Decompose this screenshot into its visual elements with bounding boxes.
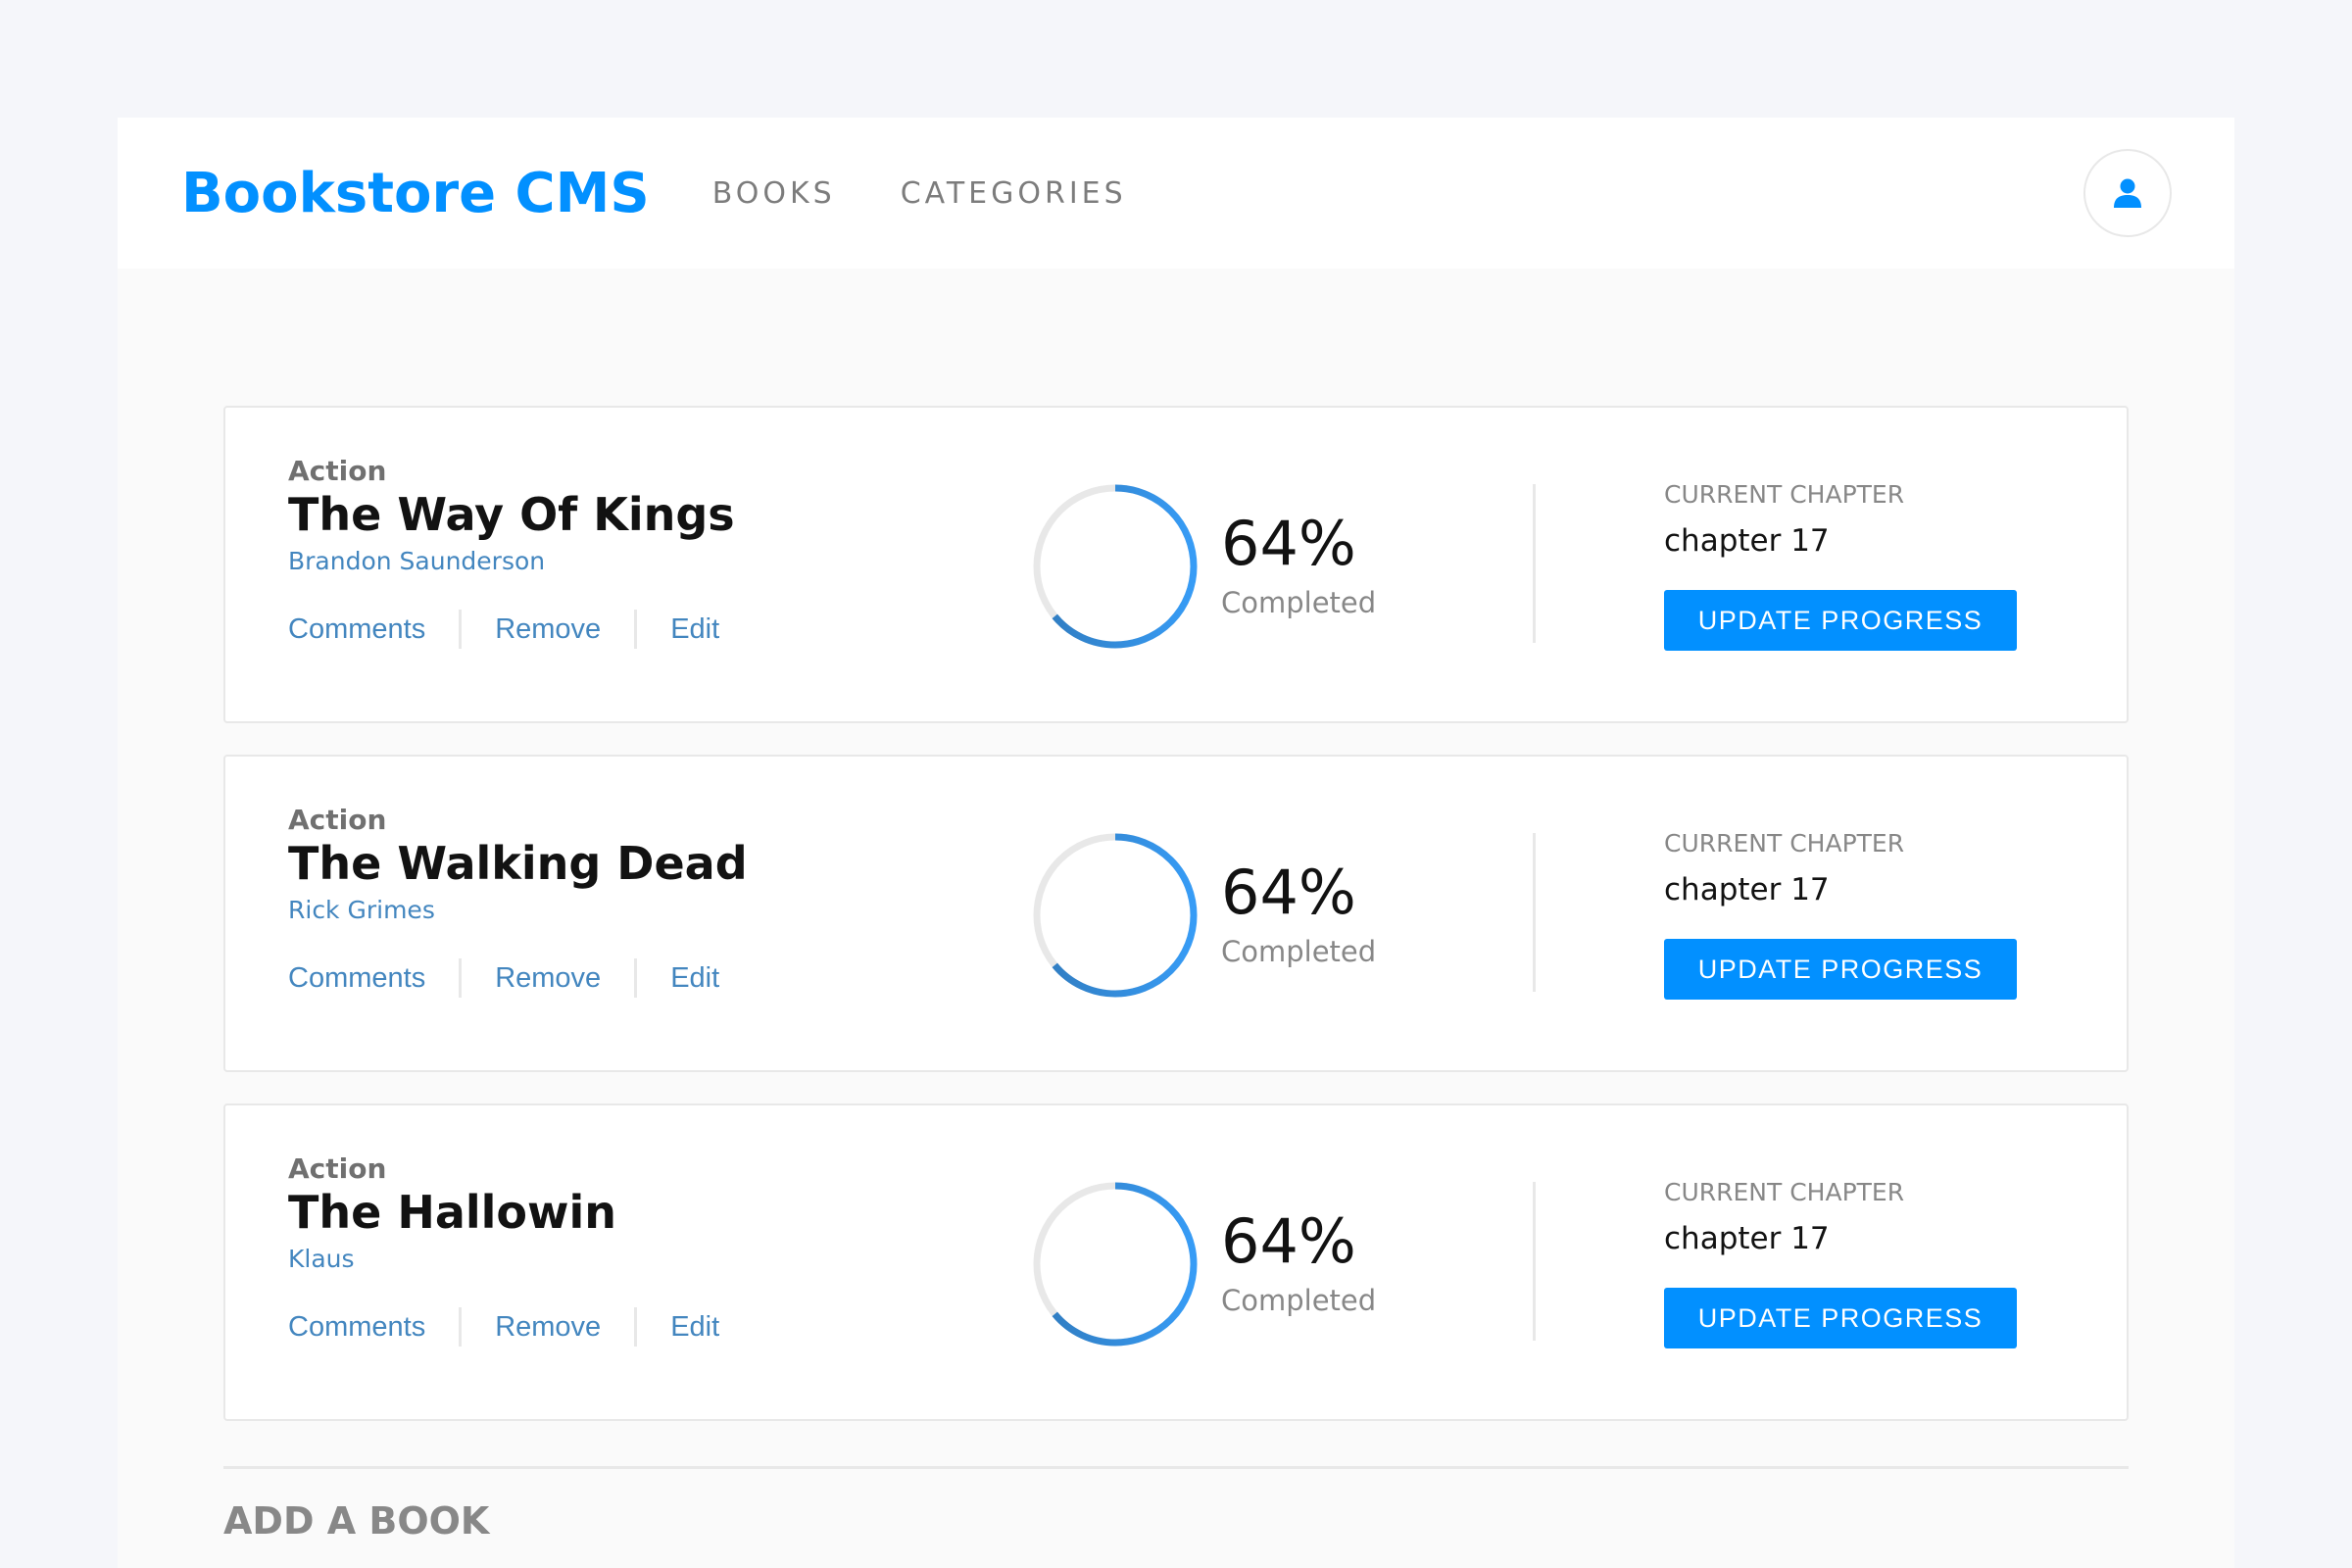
vertical-divider [1533,484,1536,643]
current-chapter-label: CURRENT CHAPTER [1664,829,1905,858]
book-card: Action The Walking Dead Rick Grimes Comm… [223,755,2129,1072]
action-divider [634,1307,638,1347]
update-progress-button[interactable]: UPDATE PROGRESS [1664,939,2017,1000]
remove-button[interactable]: Remove [495,1311,601,1344]
remove-button[interactable]: Remove [495,613,601,646]
book-author[interactable]: Klaus [288,1245,355,1273]
book-author[interactable]: Rick Grimes [288,896,435,924]
user-profile-button[interactable] [2083,149,2172,237]
completed-label: Completed [1221,1284,1377,1317]
action-divider [634,958,638,998]
current-chapter-label: CURRENT CHAPTER [1664,480,1905,509]
vertical-divider [1533,1182,1536,1341]
edit-button[interactable]: Edit [670,962,719,995]
progress-ring [1033,484,1198,649]
completed-label: Completed [1221,586,1377,619]
app-panel: Bookstore CMS BOOKS CATEGORIES Action Th… [118,118,2234,1568]
update-progress-button[interactable]: UPDATE PROGRESS [1664,1288,2017,1348]
progress-percent: 64% [1221,508,1356,579]
add-book-title: ADD A BOOK [223,1499,490,1543]
section-divider [223,1466,2129,1469]
edit-button[interactable]: Edit [670,1311,719,1344]
book-actions: Comments Remove Edit [288,958,719,998]
edit-button[interactable]: Edit [670,613,719,646]
remove-button[interactable]: Remove [495,962,601,995]
update-progress-button[interactable]: UPDATE PROGRESS [1664,590,2017,651]
book-title: The Hallowin [288,1186,617,1239]
book-genre: Action [288,455,387,487]
nav-categories[interactable]: CATEGORIES [901,176,1127,211]
action-divider [459,610,463,649]
book-genre: Action [288,804,387,836]
user-icon [2114,178,2141,208]
current-chapter-value: chapter 17 [1664,872,1830,907]
app-logo[interactable]: Bookstore CMS [181,162,650,225]
book-actions: Comments Remove Edit [288,1307,719,1347]
action-divider [459,958,463,998]
book-genre: Action [288,1152,387,1185]
progress-ring [1033,1182,1198,1347]
nav-books[interactable]: BOOKS [712,176,836,211]
action-divider [459,1307,463,1347]
progress-ring [1033,833,1198,998]
vertical-divider [1533,833,1536,992]
book-title: The Walking Dead [288,837,748,890]
comments-button[interactable]: Comments [288,962,425,995]
current-chapter-value: chapter 17 [1664,523,1830,559]
progress-percent: 64% [1221,857,1356,928]
action-divider [634,610,638,649]
progress-percent: 64% [1221,1205,1356,1277]
current-chapter-label: CURRENT CHAPTER [1664,1178,1905,1206]
comments-button[interactable]: Comments [288,1311,425,1344]
book-card: Action The Hallowin Klaus Comments Remov… [223,1103,2129,1421]
comments-button[interactable]: Comments [288,613,425,646]
book-title: The Way Of Kings [288,488,735,541]
book-author[interactable]: Brandon Saunderson [288,547,545,575]
current-chapter-value: chapter 17 [1664,1221,1830,1256]
book-actions: Comments Remove Edit [288,610,719,649]
header: Bookstore CMS BOOKS CATEGORIES [118,118,2234,269]
completed-label: Completed [1221,935,1377,968]
book-card: Action The Way Of Kings Brandon Saunders… [223,406,2129,723]
